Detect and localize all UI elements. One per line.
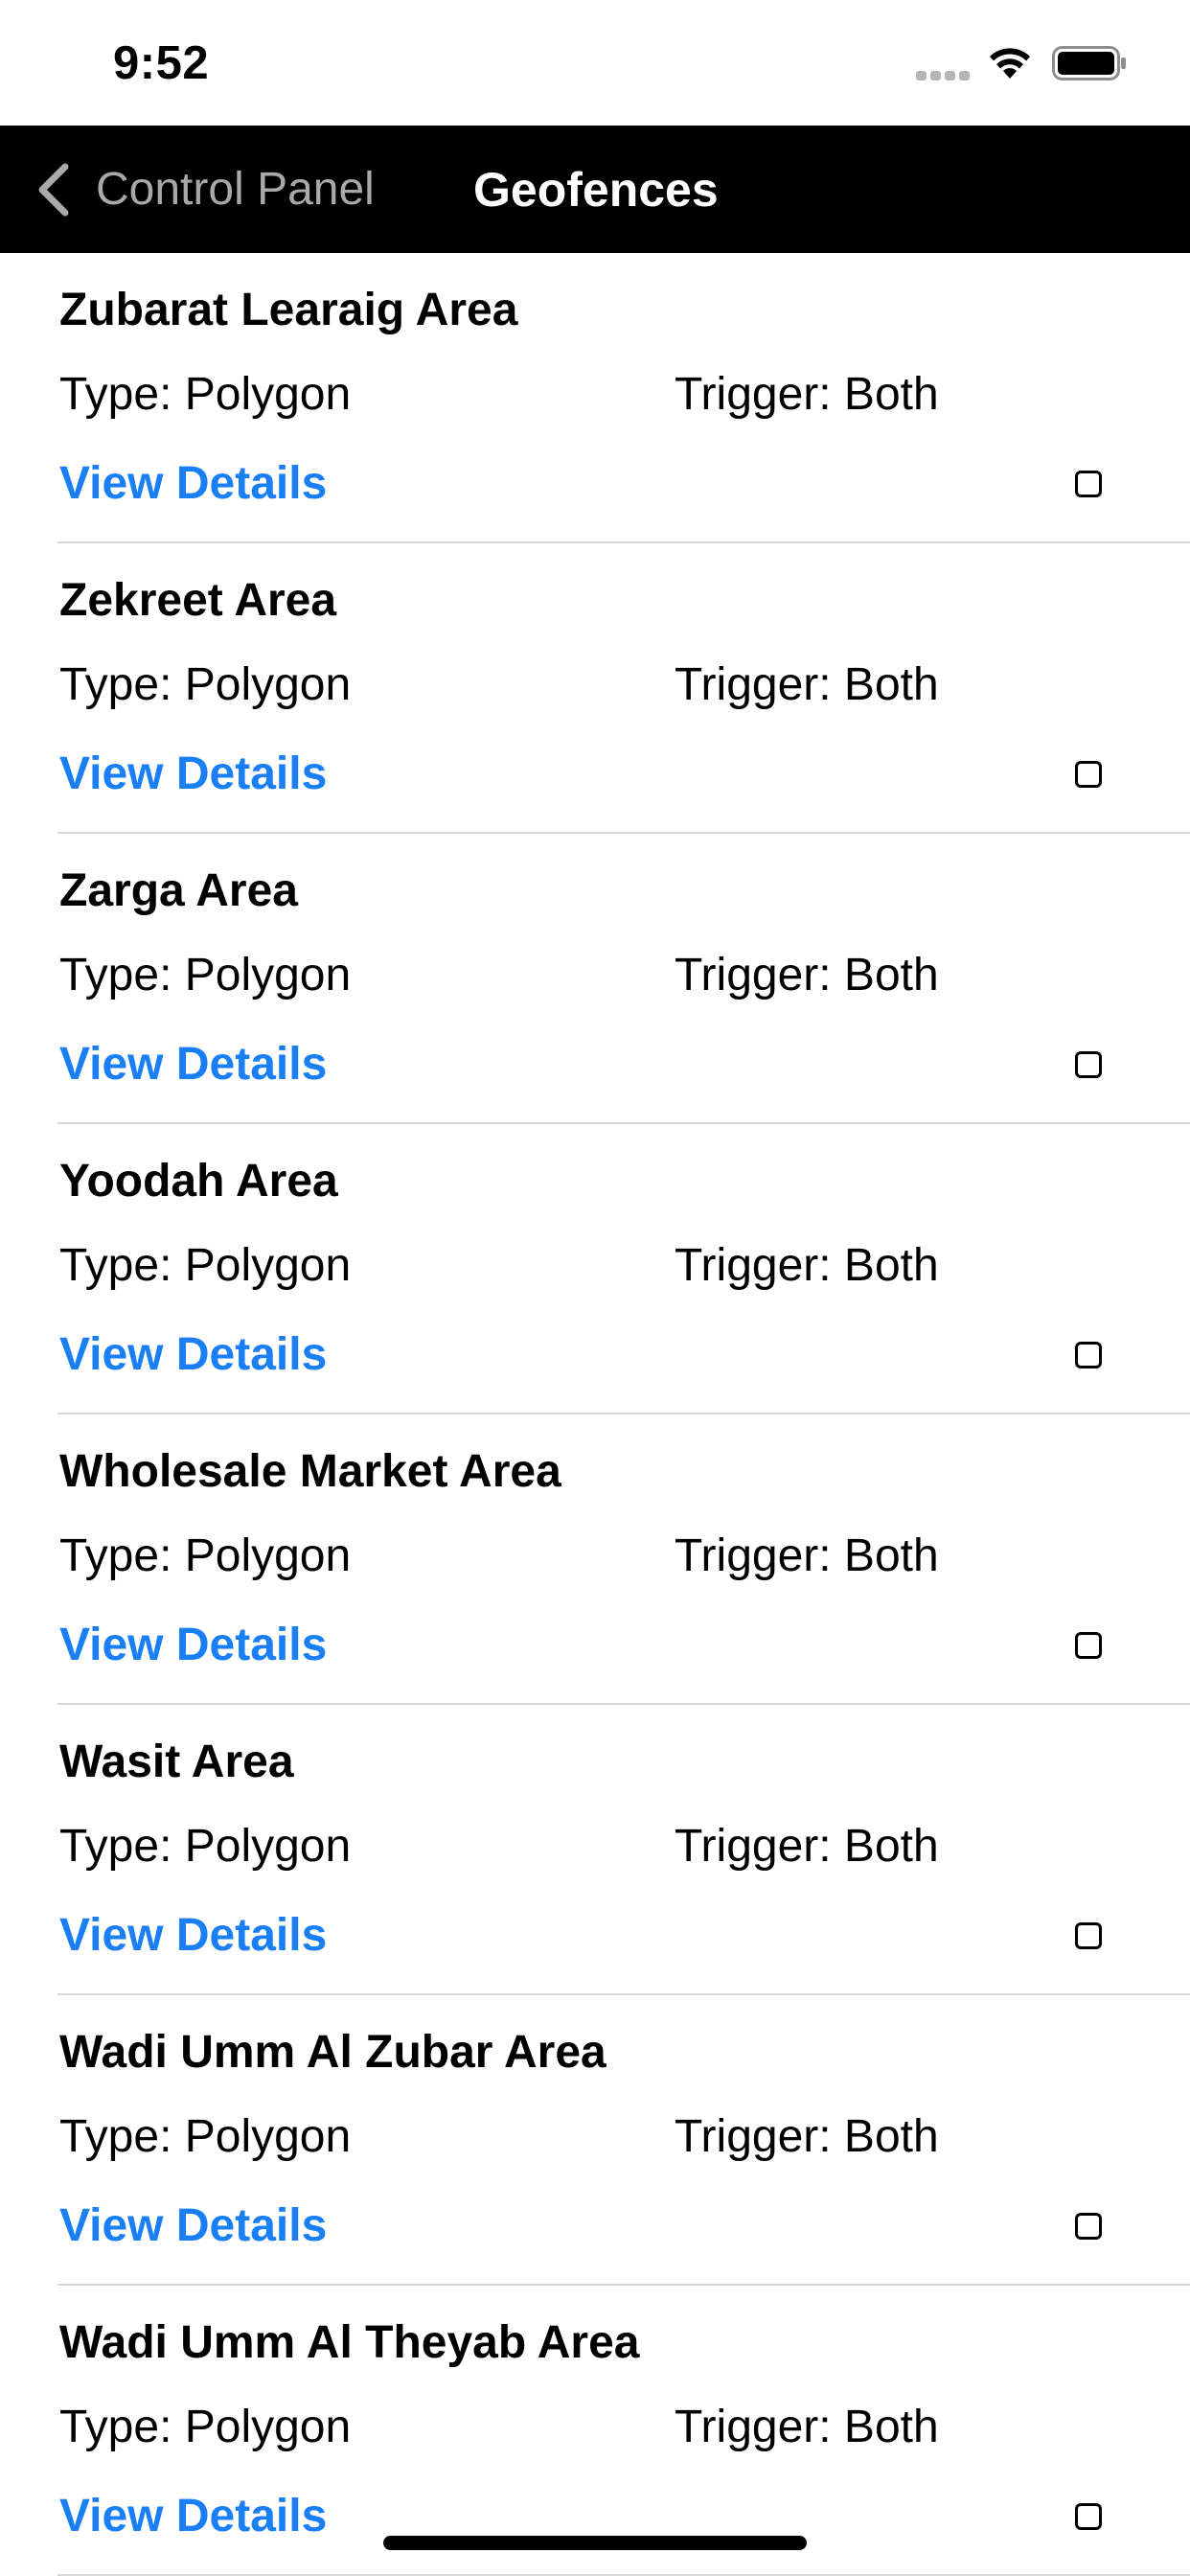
view-details-link[interactable]: View Details [59, 2488, 327, 2545]
page-title: Geofences [473, 162, 719, 217]
select-checkbox[interactable] [1075, 2213, 1102, 2240]
screen: 9:52 Control Panel Geofences Zubarat Lea… [0, 0, 1190, 2576]
back-label: Control Panel [96, 163, 375, 215]
geofence-name: Zubarat Learaig Area [59, 285, 518, 335]
view-details-link[interactable]: View Details [59, 746, 327, 803]
select-checkbox[interactable] [1075, 1632, 1102, 1659]
geofence-type: Type: Polygon [59, 1821, 352, 1872]
geofence-name: Wadi Umm Al Zubar Area [59, 2027, 606, 2078]
geofence-type: Type: Polygon [59, 659, 352, 710]
geofence-name: Yoodah Area [59, 1156, 338, 1207]
geofence-name: Zarga Area [59, 865, 298, 916]
geofence-type: Type: Polygon [59, 2402, 352, 2452]
list-item: Wadi Umm Al Zubar Area Type: Polygon Tri… [0, 1995, 1190, 2286]
geofence-type: Type: Polygon [59, 950, 352, 1000]
status-time: 9:52 [113, 37, 210, 89]
list-item: Yoodah Area Type: Polygon Trigger: Both … [0, 1124, 1190, 1414]
list-item: Wadi Umm Al Theyab Area Type: Polygon Tr… [0, 2286, 1190, 2576]
select-checkbox[interactable] [1075, 1922, 1102, 1949]
geofence-trigger: Trigger: Both [675, 1530, 939, 1581]
geofence-name: Wholesale Market Area [59, 1446, 561, 1497]
list-item: Zubarat Learaig Area Type: Polygon Trigg… [0, 253, 1190, 543]
geofence-type: Type: Polygon [59, 1530, 352, 1581]
select-checkbox[interactable] [1075, 471, 1102, 497]
geofence-name: Zekreet Area [59, 575, 337, 626]
geofence-type: Type: Polygon [59, 2111, 352, 2162]
select-checkbox[interactable] [1075, 761, 1102, 788]
geofence-name: Wasit Area [59, 1736, 294, 1787]
status-bar: 9:52 [0, 0, 1190, 126]
chevron-left-icon [38, 163, 69, 216]
geofence-type: Type: Polygon [59, 1240, 352, 1291]
geofence-list: Zubarat Learaig Area Type: Polygon Trigg… [0, 253, 1190, 2576]
view-details-link[interactable]: View Details [59, 2197, 327, 2255]
geofence-trigger: Trigger: Both [675, 2111, 939, 2162]
wifi-icon [990, 48, 1030, 79]
geofence-trigger: Trigger: Both [675, 2402, 939, 2452]
list-item: Wasit Area Type: Polygon Trigger: Both V… [0, 1705, 1190, 1995]
list-item: Wholesale Market Area Type: Polygon Trig… [0, 1414, 1190, 1705]
geofence-trigger: Trigger: Both [675, 369, 939, 420]
geofence-trigger: Trigger: Both [675, 1240, 939, 1291]
view-details-link[interactable]: View Details [59, 455, 327, 513]
list-item: Zarga Area Type: Polygon Trigger: Both V… [0, 834, 1190, 1124]
list-item: Zekreet Area Type: Polygon Trigger: Both… [0, 543, 1190, 834]
geofence-type: Type: Polygon [59, 369, 352, 420]
select-checkbox[interactable] [1075, 1051, 1102, 1078]
navigation-bar: Control Panel Geofences [0, 126, 1190, 253]
view-details-link[interactable]: View Details [59, 1326, 327, 1384]
geofence-name: Wadi Umm Al Theyab Area [59, 2317, 640, 2368]
cellular-signal-icon [916, 71, 972, 80]
geofence-trigger: Trigger: Both [675, 1821, 939, 1872]
geofence-trigger: Trigger: Both [675, 950, 939, 1000]
view-details-link[interactable]: View Details [59, 1617, 327, 1674]
battery-icon [1052, 46, 1126, 80]
view-details-link[interactable]: View Details [59, 1907, 327, 1965]
home-indicator[interactable] [383, 2536, 807, 2550]
select-checkbox[interactable] [1075, 1342, 1102, 1368]
geofence-trigger: Trigger: Both [675, 659, 939, 710]
select-checkbox[interactable] [1075, 2503, 1102, 2530]
view-details-link[interactable]: View Details [59, 1036, 327, 1093]
back-button[interactable]: Control Panel [34, 126, 375, 253]
